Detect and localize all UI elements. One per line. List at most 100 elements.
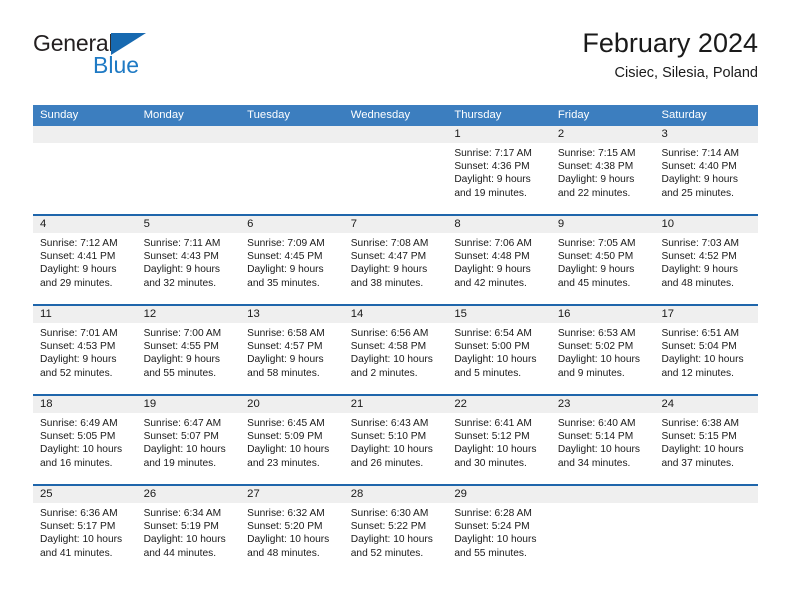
calendar-day-cell[interactable]: 20 Sunrise: 6:45 AM Sunset: 5:09 PM Dayligh… xyxy=(240,396,344,484)
day-number-band xyxy=(654,486,759,503)
day-number: 21 xyxy=(350,398,364,410)
day-details xyxy=(551,503,655,507)
daylight-duration-cont: and 5 minutes. xyxy=(454,367,522,379)
day-details: Sunrise: 6:49 AM Sunset: 5:05 PM Daylight:… xyxy=(33,413,137,470)
daylight-duration: Daylight: 9 hours xyxy=(454,264,531,276)
day-number-band: 23 xyxy=(550,396,655,413)
sunset-time: Sunset: 5:14 PM xyxy=(557,431,634,443)
day-details: Sunrise: 6:41 AM Sunset: 5:12 PM Daylight:… xyxy=(447,413,551,470)
sunset-time: Sunset: 5:19 PM xyxy=(143,521,219,533)
sunrise-time: Sunrise: 6:56 AM xyxy=(350,328,429,339)
calendar-day-cell[interactable]: 11 Sunrise: 7:01 AM Sunset: 4:53 PM Dayligh… xyxy=(33,306,137,394)
day-details: Sunrise: 6:36 AM Sunset: 5:17 PM Daylight:… xyxy=(33,503,137,560)
day-details: Sunrise: 7:08 AM Sunset: 4:47 PM Daylight:… xyxy=(344,233,448,290)
calendar-day-cell[interactable]: 24 Sunrise: 6:38 AM Sunset: 5:15 PM Dayligh… xyxy=(654,396,759,484)
calendar-day-cell[interactable]: 10 Sunrise: 7:03 AM Sunset: 4:52 PM Dayligh… xyxy=(654,216,759,304)
calendar-day-cell[interactable]: 8 Sunrise: 7:06 AM Sunset: 4:48 PM Daylight… xyxy=(447,216,551,304)
calendar-day-cell[interactable]: 13 Sunrise: 6:58 AM Sunset: 4:57 PM Dayligh… xyxy=(240,306,344,394)
daylight-duration: Daylight: 9 hours xyxy=(661,264,738,276)
day-number-band: 7 xyxy=(343,216,448,233)
calendar-day-cell[interactable]: 27 Sunrise: 6:32 AM Sunset: 5:20 PM Dayligh… xyxy=(240,486,344,574)
day-number-band: 6 xyxy=(240,216,344,233)
daylight-duration: Daylight: 10 hours xyxy=(557,354,641,366)
calendar-day-cell[interactable]: 22 Sunrise: 6:41 AM Sunset: 5:12 PM Dayligh… xyxy=(447,396,551,484)
day-number: 16 xyxy=(557,308,571,320)
calendar-day-cell[interactable]: 16 Sunrise: 6:53 AM Sunset: 5:02 PM Dayligh… xyxy=(550,306,655,394)
sunset-time: Sunset: 5:00 PM xyxy=(454,341,530,353)
daylight-duration-cont: and 26 minutes. xyxy=(350,457,424,469)
calendar-day-cell[interactable]: 1 Sunrise: 7:17 AM Sunset: 4:36 PM Daylight… xyxy=(447,126,551,214)
daylight-duration-cont: and 35 minutes. xyxy=(247,277,320,289)
day-number-band: 13 xyxy=(240,306,344,323)
logo-row-top: General xyxy=(33,30,213,56)
calendar-day-cell[interactable]: 12 Sunrise: 7:00 AM Sunset: 4:55 PM Dayligh… xyxy=(136,306,241,394)
daylight-duration: Daylight: 10 hours xyxy=(40,534,123,546)
calendar-day-cell[interactable]: 23 Sunrise: 6:40 AM Sunset: 5:14 PM Dayligh… xyxy=(550,396,655,484)
day-number-band: 19 xyxy=(136,396,241,413)
calendar-day-cell[interactable]: 4 Sunrise: 7:12 AM Sunset: 4:41 PM Daylight… xyxy=(33,216,137,304)
day-number-band xyxy=(240,126,344,143)
sunset-time: Sunset: 4:41 PM xyxy=(40,251,116,263)
calendar-day-cell[interactable]: 19 Sunrise: 6:47 AM Sunset: 5:07 PM Dayligh… xyxy=(136,396,241,484)
day-number: 13 xyxy=(247,308,260,320)
day-number: 25 xyxy=(40,488,53,500)
day-number: 7 xyxy=(350,218,358,230)
day-number-band: 9 xyxy=(550,216,655,233)
day-details: Sunrise: 7:05 AM Sunset: 4:50 PM Daylight:… xyxy=(551,233,655,290)
day-details: Sunrise: 6:32 AM Sunset: 5:20 PM Daylight:… xyxy=(240,503,344,560)
daylight-duration-cont: and 55 minutes. xyxy=(143,367,217,379)
day-number: 17 xyxy=(661,308,675,320)
calendar-day-cell[interactable]: 29 Sunrise: 6:28 AM Sunset: 5:24 PM Dayligh… xyxy=(447,486,551,574)
sunset-time: Sunset: 4:47 PM xyxy=(350,251,427,263)
day-number-band xyxy=(33,126,137,143)
day-number-band: 22 xyxy=(447,396,551,413)
daylight-duration-cont: and 44 minutes. xyxy=(143,547,217,559)
day-number-band: 20 xyxy=(240,396,344,413)
daylight-duration-cont: and 42 minutes. xyxy=(454,277,527,289)
sunset-time: Sunset: 5:17 PM xyxy=(40,521,116,533)
daylight-duration-cont: and 52 minutes. xyxy=(40,367,113,379)
sunset-time: Sunset: 5:09 PM xyxy=(247,431,323,443)
daylight-duration: Daylight: 10 hours xyxy=(350,534,433,546)
sunrise-time: Sunrise: 6:54 AM xyxy=(454,328,532,339)
calendar-day-cell[interactable]: 21 Sunrise: 6:43 AM Sunset: 5:10 PM Dayligh… xyxy=(343,396,448,484)
day-number: 22 xyxy=(454,398,467,410)
daylight-duration: Daylight: 10 hours xyxy=(350,354,433,366)
calendar-day-cell[interactable]: 25 Sunrise: 6:36 AM Sunset: 5:17 PM Dayligh… xyxy=(33,486,137,574)
calendar-day-cell[interactable]: 15 Sunrise: 6:54 AM Sunset: 5:00 PM Dayligh… xyxy=(447,306,551,394)
daylight-duration: Daylight: 10 hours xyxy=(40,444,123,456)
day-details xyxy=(137,143,241,147)
calendar-day-cell[interactable]: 18 Sunrise: 6:49 AM Sunset: 5:05 PM Dayligh… xyxy=(33,396,137,484)
calendar-day-cell[interactable]: 2 Sunrise: 7:15 AM Sunset: 4:38 PM Daylight… xyxy=(550,126,655,214)
day-number-band: 24 xyxy=(654,396,759,413)
calendar-week-row: 25 Sunrise: 6:36 AM Sunset: 5:17 PM Dayligh… xyxy=(33,484,759,574)
calendar-day-cell[interactable]: 9 Sunrise: 7:05 AM Sunset: 4:50 PM Daylight… xyxy=(550,216,655,304)
calendar-day-cell[interactable]: 7 Sunrise: 7:08 AM Sunset: 4:47 PM Daylight… xyxy=(343,216,448,304)
calendar-day-cell-empty xyxy=(33,126,137,214)
calendar-day-cell[interactable]: 5 Sunrise: 7:11 AM Sunset: 4:43 PM Daylight… xyxy=(136,216,241,304)
sunset-time: Sunset: 5:22 PM xyxy=(350,521,427,533)
calendar-day-cell[interactable]: 28 Sunrise: 6:30 AM Sunset: 5:22 PM Dayligh… xyxy=(343,486,448,574)
day-number-band: 14 xyxy=(343,306,448,323)
calendar-day-cell-empty xyxy=(136,126,241,214)
daylight-duration: Daylight: 10 hours xyxy=(454,354,537,366)
daylight-duration: Daylight: 10 hours xyxy=(661,444,744,456)
calendar-day-cell[interactable]: 6 Sunrise: 7:09 AM Sunset: 4:45 PM Daylight… xyxy=(240,216,344,304)
day-number: 14 xyxy=(350,308,364,320)
calendar-day-cell[interactable]: 3 Sunrise: 7:14 AM Sunset: 4:40 PM Daylight… xyxy=(654,126,759,214)
sunset-time: Sunset: 5:04 PM xyxy=(661,341,737,353)
day-number: 20 xyxy=(247,398,260,410)
calendar-grid: Sunday Monday Tuesday Wednesday Thursday Frid… xyxy=(33,105,759,574)
sunrise-time: Sunrise: 7:14 AM xyxy=(661,148,740,159)
daylight-duration-cont: and 52 minutes. xyxy=(350,547,424,559)
general-blue-logo[interactable]: General Blue xyxy=(33,30,213,86)
day-number: 1 xyxy=(454,128,461,140)
day-number: 8 xyxy=(454,218,461,230)
calendar-day-cell[interactable]: 26 Sunrise: 6:34 AM Sunset: 5:19 PM Dayligh… xyxy=(136,486,241,574)
calendar-day-cell[interactable]: 14 Sunrise: 6:56 AM Sunset: 4:58 PM Dayligh… xyxy=(343,306,448,394)
calendar-day-cell[interactable]: 17 Sunrise: 6:51 AM Sunset: 5:04 PM Dayligh… xyxy=(654,306,759,394)
daylight-duration: Daylight: 10 hours xyxy=(143,534,226,546)
day-details: Sunrise: 6:43 AM Sunset: 5:10 PM Daylight:… xyxy=(344,413,448,470)
weekday-header-friday: Friday xyxy=(557,109,590,121)
day-number-band xyxy=(550,486,655,503)
